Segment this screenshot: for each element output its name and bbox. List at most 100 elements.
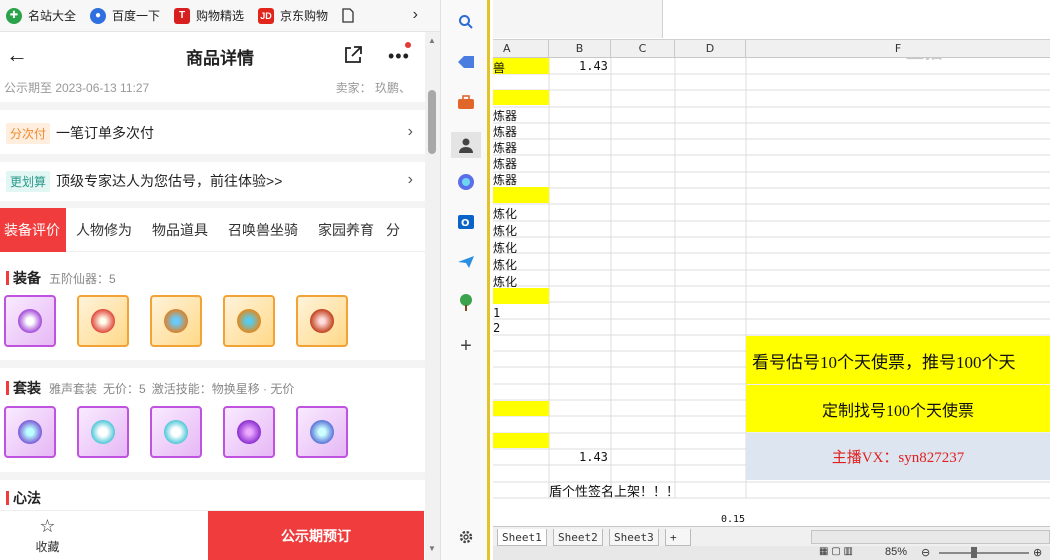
- equipment-item[interactable]: [296, 295, 348, 347]
- tab-partial[interactable]: 分: [384, 208, 402, 252]
- installment-row[interactable]: 分次付 一笔订单多次付 ›: [0, 113, 425, 153]
- gear-icon[interactable]: [456, 527, 476, 547]
- column-header-c[interactable]: C: [611, 40, 675, 58]
- section-title: 装备: [13, 270, 41, 286]
- notification-dot: [405, 42, 411, 48]
- horizontal-scrollbar[interactable]: [811, 530, 1050, 544]
- star-icon: ☆: [39, 516, 56, 536]
- equipment-item[interactable]: [150, 295, 202, 347]
- more-icon[interactable]: •••: [388, 46, 410, 67]
- tree-icon[interactable]: [456, 292, 476, 312]
- preorder-button[interactable]: 公示期预订: [208, 511, 424, 560]
- suit-list: [4, 406, 369, 458]
- tab-items[interactable]: 物品道具: [142, 208, 218, 252]
- cell-a[interactable]: 炼化: [493, 205, 517, 222]
- bookmark-jd[interactable]: JD 京东购物: [258, 7, 328, 24]
- zoom-in-icon[interactable]: ⊕: [1033, 546, 1042, 559]
- section-bar: [6, 381, 9, 395]
- sheet-tab-3[interactable]: Sheet3: [609, 529, 659, 546]
- tab-cultivation[interactable]: 人物修为: [66, 208, 142, 252]
- browser-sidebar: O +: [440, 0, 490, 560]
- appraisal-row[interactable]: 更划算 顶级专家达人为您估号，前往体验>> ›: [0, 161, 425, 201]
- zoom-slider-thumb[interactable]: [971, 547, 977, 558]
- zoom-slider[interactable]: [939, 552, 1029, 554]
- bookmark-sites[interactable]: ✚ 名站大全: [6, 7, 76, 24]
- chevron-right-icon[interactable]: ›: [413, 6, 418, 24]
- scroll-down-icon[interactable]: ▼: [428, 544, 436, 553]
- send-icon[interactable]: [456, 252, 476, 272]
- cell-a[interactable]: 炼化: [493, 273, 517, 290]
- bookmark-baidu[interactable]: ● 百度一下: [90, 7, 160, 24]
- scrollbar-thumb[interactable]: [428, 90, 436, 154]
- bookmark-shopping[interactable]: T 购物精选: [174, 7, 244, 24]
- add-icon[interactable]: +: [456, 335, 476, 357]
- favorite-button[interactable]: ☆ 收藏: [0, 511, 95, 560]
- sheet-tab-2[interactable]: Sheet2: [553, 529, 603, 546]
- cell-a[interactable]: 炼器: [493, 123, 517, 140]
- sheet-tab-1[interactable]: Sheet1: [497, 529, 547, 546]
- belt-icon: [310, 309, 334, 333]
- outlook-icon[interactable]: O: [456, 212, 476, 232]
- cell-a[interactable]: 炼化: [493, 256, 517, 273]
- column-header-f[interactable]: F: [746, 40, 1050, 58]
- cell-a[interactable]: 炼化: [493, 239, 517, 256]
- toolbox-icon[interactable]: [456, 92, 476, 112]
- equipment-item[interactable]: [223, 295, 275, 347]
- search-icon[interactable]: [456, 12, 476, 32]
- equipment-item[interactable]: [4, 295, 56, 347]
- suit-item[interactable]: [4, 406, 56, 458]
- share-icon[interactable]: [342, 44, 364, 66]
- promo-custom-cell[interactable]: 定制找号100个天使票: [746, 385, 1050, 432]
- installment-tag: 分次付: [6, 122, 51, 144]
- cell-b-value[interactable]: 1.43: [579, 59, 608, 73]
- suit-count: 无价：5: [103, 381, 146, 396]
- cell-b-value[interactable]: 1.43: [579, 450, 608, 464]
- tag-icon[interactable]: [456, 52, 476, 72]
- view-mode-icons[interactable]: ▦ ▢ ▥: [819, 546, 853, 557]
- tab-pets-mounts[interactable]: 召唤兽坐骑: [218, 208, 308, 252]
- scroll-up-icon[interactable]: ▲: [428, 36, 436, 45]
- cell-a[interactable]: 炼器: [493, 155, 517, 172]
- cell-a[interactable]: 兽: [493, 59, 505, 76]
- cell-a[interactable]: 炼器: [493, 139, 517, 156]
- highlight-cell: [493, 433, 549, 448]
- cell-a[interactable]: 炼器: [493, 107, 517, 124]
- name-box[interactable]: [493, 0, 663, 38]
- tab-home[interactable]: 家园养育: [308, 208, 384, 252]
- suit-item[interactable]: [150, 406, 202, 458]
- cell-a[interactable]: 2: [493, 321, 500, 335]
- copilot-icon[interactable]: [456, 172, 476, 192]
- amulet-icon: [310, 420, 334, 444]
- mobile-view: ✚ 名站大全 ● 百度一下 T 购物精选 JD 京东购物 › ← 商品详情 ••…: [0, 0, 440, 560]
- new-sheet-icon[interactable]: +: [665, 529, 691, 546]
- equipment-item[interactable]: [77, 295, 129, 347]
- suit-item[interactable]: [223, 406, 275, 458]
- cell-grid[interactable]: 兽 炼器 炼器 炼器 炼器 炼器 炼器 炼化 炼化 炼化 炼化 炼化 1 2 1…: [493, 58, 1050, 526]
- suit-item[interactable]: [77, 406, 129, 458]
- column-header-a[interactable]: A: [493, 40, 549, 58]
- column-header-d[interactable]: D: [675, 40, 746, 58]
- back-arrow-icon[interactable]: ←: [6, 42, 28, 68]
- user-icon[interactable]: [451, 132, 481, 158]
- nav-bar: ← 商品详情 •••: [0, 32, 440, 80]
- cell-a[interactable]: 炼器: [493, 171, 517, 188]
- column-header-b[interactable]: B: [549, 40, 611, 58]
- bottom-action-bar: ☆ 收藏 公示期预订: [0, 510, 440, 560]
- streamer-contact-cell[interactable]: 主播VX：syn827237: [746, 433, 1050, 480]
- bookmark-page[interactable]: [342, 8, 354, 23]
- mobile-scrollbar[interactable]: ▲ ▼: [425, 32, 440, 560]
- cell-a[interactable]: 炼化: [493, 222, 517, 239]
- zoom-level: 85%: [885, 546, 908, 558]
- suit-item[interactable]: [296, 406, 348, 458]
- ring-icon: [164, 420, 188, 444]
- promo-appraisal-cell[interactable]: 看号估号10个天使票，推号100个天: [746, 336, 1050, 384]
- status-bar: ▦ ▢ ▥ 85% ⊖ ⊕: [493, 546, 1050, 560]
- favorite-label: 收藏: [35, 540, 60, 554]
- cell-a[interactable]: 1: [493, 306, 500, 320]
- zoom-out-icon[interactable]: ⊖: [921, 546, 930, 559]
- cell-signature-note[interactable]: 盾个性签名上架！！！: [549, 481, 679, 500]
- tab-equipment[interactable]: 装备评价: [0, 207, 66, 252]
- svg-text:O: O: [461, 218, 470, 229]
- necklace-icon: [91, 309, 115, 333]
- cell-d-value[interactable]: 0.15: [721, 514, 745, 525]
